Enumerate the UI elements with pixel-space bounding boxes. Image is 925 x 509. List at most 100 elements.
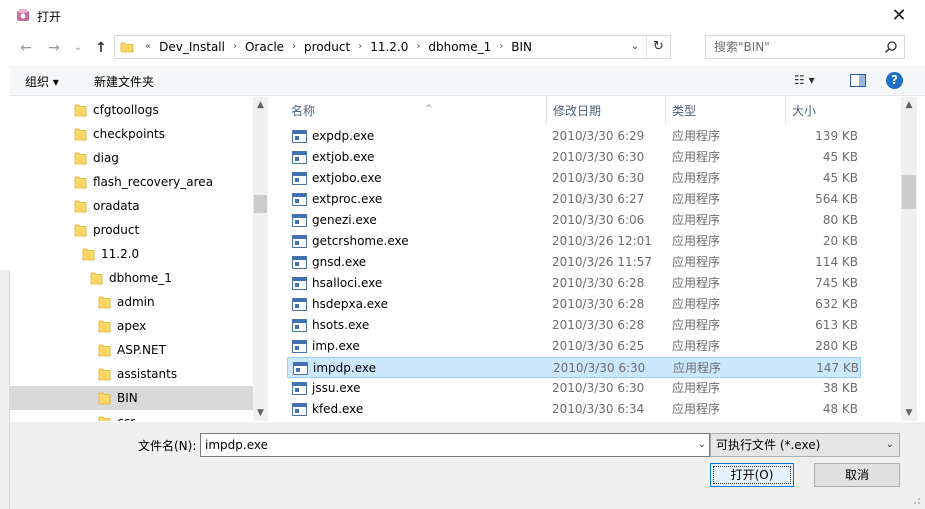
address-bar[interactable]: « Dev_Install › Oracle › product › 11.2.…	[114, 35, 671, 59]
tree-item[interactable]: product	[10, 218, 253, 242]
folder-icon	[82, 248, 95, 261]
tree-item[interactable]: cfgtoollogs	[10, 98, 253, 122]
open-button[interactable]: 打开(O)	[710, 463, 794, 487]
folder-icon	[98, 296, 111, 309]
file-size: 613 KB	[815, 318, 858, 332]
chevron-right-icon: ›	[358, 41, 363, 52]
file-row[interactable]: extproc.exe 2010/3/30 6:27 应用程序 564 KB	[287, 189, 861, 210]
filename-input[interactable]: impdp.exe ⌄	[200, 433, 710, 457]
scroll-down-icon[interactable]: ▼	[253, 405, 268, 421]
tree-item-label: 11.2.0	[101, 247, 140, 261]
tree-item[interactable]: checkpoints	[10, 122, 253, 146]
tree-item[interactable]: flash_recovery_area	[10, 170, 253, 194]
up-button[interactable]: ↑	[91, 38, 111, 58]
tree-item[interactable]: assistants	[10, 362, 253, 386]
scroll-up-icon[interactable]: ▲	[901, 97, 917, 113]
cancel-button[interactable]: 取消	[814, 463, 900, 487]
back-button[interactable]: ←	[16, 38, 36, 58]
column-header-type[interactable]: 类型	[666, 97, 786, 125]
file-type: 应用程序	[672, 192, 721, 206]
chevron-down-icon[interactable]: ⌄	[626, 36, 644, 58]
tree-item[interactable]: BIN	[10, 386, 253, 410]
column-header-date[interactable]: 修改日期	[547, 97, 666, 125]
file-row[interactable]: jssu.exe 2010/3/30 6:30 应用程序 38 KB	[287, 378, 861, 399]
file-row[interactable]: extjob.exe 2010/3/30 6:30 应用程序 45 KB	[287, 147, 861, 168]
file-name: expdp.exe	[312, 129, 375, 143]
application-icon	[292, 403, 307, 416]
tree-item[interactable]: 11.2.0	[10, 242, 253, 266]
chevron-right-icon: ›	[499, 41, 504, 52]
tree-item[interactable]: diag	[10, 146, 253, 170]
breadcrumb-overflow-icon[interactable]: «	[141, 36, 155, 58]
file-row[interactable]: gnsd.exe 2010/3/26 11:57 应用程序 114 KB	[287, 252, 861, 273]
forward-button[interactable]: →	[44, 38, 64, 58]
view-options-button[interactable]: ☷ ▾	[794, 73, 815, 87]
column-header-size[interactable]: 大小	[786, 97, 861, 125]
file-date: 2010/3/30 6:06	[552, 213, 645, 227]
folder-icon	[74, 200, 87, 213]
file-row[interactable]: genezi.exe 2010/3/30 6:06 应用程序 80 KB	[287, 210, 861, 231]
file-list-scrollbar[interactable]: ▲ ▼	[901, 97, 917, 421]
breadcrumb-item[interactable]: product	[300, 36, 354, 58]
file-row[interactable]: impdp.exe 2010/3/30 6:30 应用程序 147 KB	[287, 357, 861, 378]
tree-item-label: BIN	[117, 391, 138, 405]
file-row[interactable]: getcrshome.exe 2010/3/26 12:01 应用程序 20 KB	[287, 231, 861, 252]
file-size: 147 KB	[816, 361, 859, 375]
chevron-right-icon: ›	[292, 41, 297, 52]
refresh-button[interactable]: ↻	[646, 36, 670, 58]
file-type: 应用程序	[672, 318, 721, 332]
breadcrumb-item[interactable]: dbhome_1	[424, 36, 495, 58]
navigation-scrollbar[interactable]: ▲ ▼	[253, 97, 268, 421]
scrollbar-thumb[interactable]	[254, 195, 267, 213]
help-icon[interactable]: ?	[886, 72, 903, 89]
resize-grip-icon[interactable]	[911, 495, 921, 505]
search-input[interactable]: 搜索"BIN"	[705, 35, 905, 59]
title-bar: 打开 ✕	[0, 0, 925, 32]
file-row[interactable]: imp.exe 2010/3/30 6:25 应用程序 280 KB	[287, 336, 861, 357]
preview-pane-icon[interactable]	[850, 74, 866, 87]
column-header-name[interactable]: 名称 ^	[285, 97, 547, 125]
scroll-up-icon[interactable]: ▲	[253, 97, 268, 113]
breadcrumb-item[interactable]: BIN	[507, 36, 536, 58]
file-date: 2010/3/30 6:34	[552, 402, 645, 416]
breadcrumb: « Dev_Install › Oracle › product › 11.2.…	[141, 36, 536, 58]
tree-item[interactable]: dbhome_1	[10, 266, 253, 290]
file-date: 2010/3/30 6:25	[552, 339, 645, 353]
file-size: 745 KB	[815, 276, 858, 290]
breadcrumb-item[interactable]: Dev_Install	[155, 36, 229, 58]
chevron-down-icon[interactable]: ⌄	[698, 434, 706, 456]
filetype-select[interactable]: 可执行文件 (*.exe) ⌄	[710, 433, 900, 457]
application-icon	[293, 362, 308, 375]
tree-item[interactable]: oradata	[10, 194, 253, 218]
organize-button[interactable]: 组织 ▾	[25, 73, 59, 90]
file-row[interactable]: hsalloci.exe 2010/3/30 6:28 应用程序 745 KB	[287, 273, 861, 294]
breadcrumb-item[interactable]: Oracle	[241, 36, 288, 58]
tree-item[interactable]: ccr	[10, 410, 253, 421]
tree-item[interactable]: admin	[10, 290, 253, 314]
folder-icon	[98, 344, 111, 357]
scroll-down-icon[interactable]: ▼	[901, 405, 917, 421]
file-row[interactable]: expdp.exe 2010/3/30 6:29 应用程序 139 KB	[287, 126, 861, 147]
search-icon[interactable]	[884, 40, 898, 54]
tree-item-label: dbhome_1	[109, 271, 172, 285]
file-date: 2010/3/30 6:27	[552, 192, 645, 206]
tree-item-label: diag	[93, 151, 119, 165]
recent-locations-button[interactable]: ⌄	[68, 38, 88, 58]
scrollbar-thumb[interactable]	[902, 175, 916, 209]
tree-item[interactable]: apex	[10, 314, 253, 338]
file-row[interactable]: extjobo.exe 2010/3/30 6:30 应用程序 45 KB	[287, 168, 861, 189]
file-row[interactable]: hsdepxa.exe 2010/3/30 6:28 应用程序 632 KB	[287, 294, 861, 315]
new-folder-button[interactable]: 新建文件夹	[94, 73, 154, 90]
application-icon	[292, 172, 307, 185]
file-row[interactable]: hsots.exe 2010/3/30 6:28 应用程序 613 KB	[287, 315, 861, 336]
file-date: 2010/3/26 11:57	[552, 255, 652, 269]
tree-item[interactable]: ASP.NET	[10, 338, 253, 362]
close-button[interactable]: ✕	[889, 6, 909, 26]
tree-item-label: ASP.NET	[117, 343, 166, 357]
file-row[interactable]: kfed.exe 2010/3/30 6:34 应用程序 48 KB	[287, 399, 861, 420]
file-date: 2010/3/30 6:30	[553, 361, 646, 375]
file-list: 名称 ^ 修改日期 类型 大小 expdp.exe 2010/3/30 6:29 应…	[270, 97, 901, 421]
file-name: extproc.exe	[312, 192, 383, 206]
filename-label: 文件名(N):	[138, 439, 197, 453]
breadcrumb-item[interactable]: 11.2.0	[366, 36, 412, 58]
